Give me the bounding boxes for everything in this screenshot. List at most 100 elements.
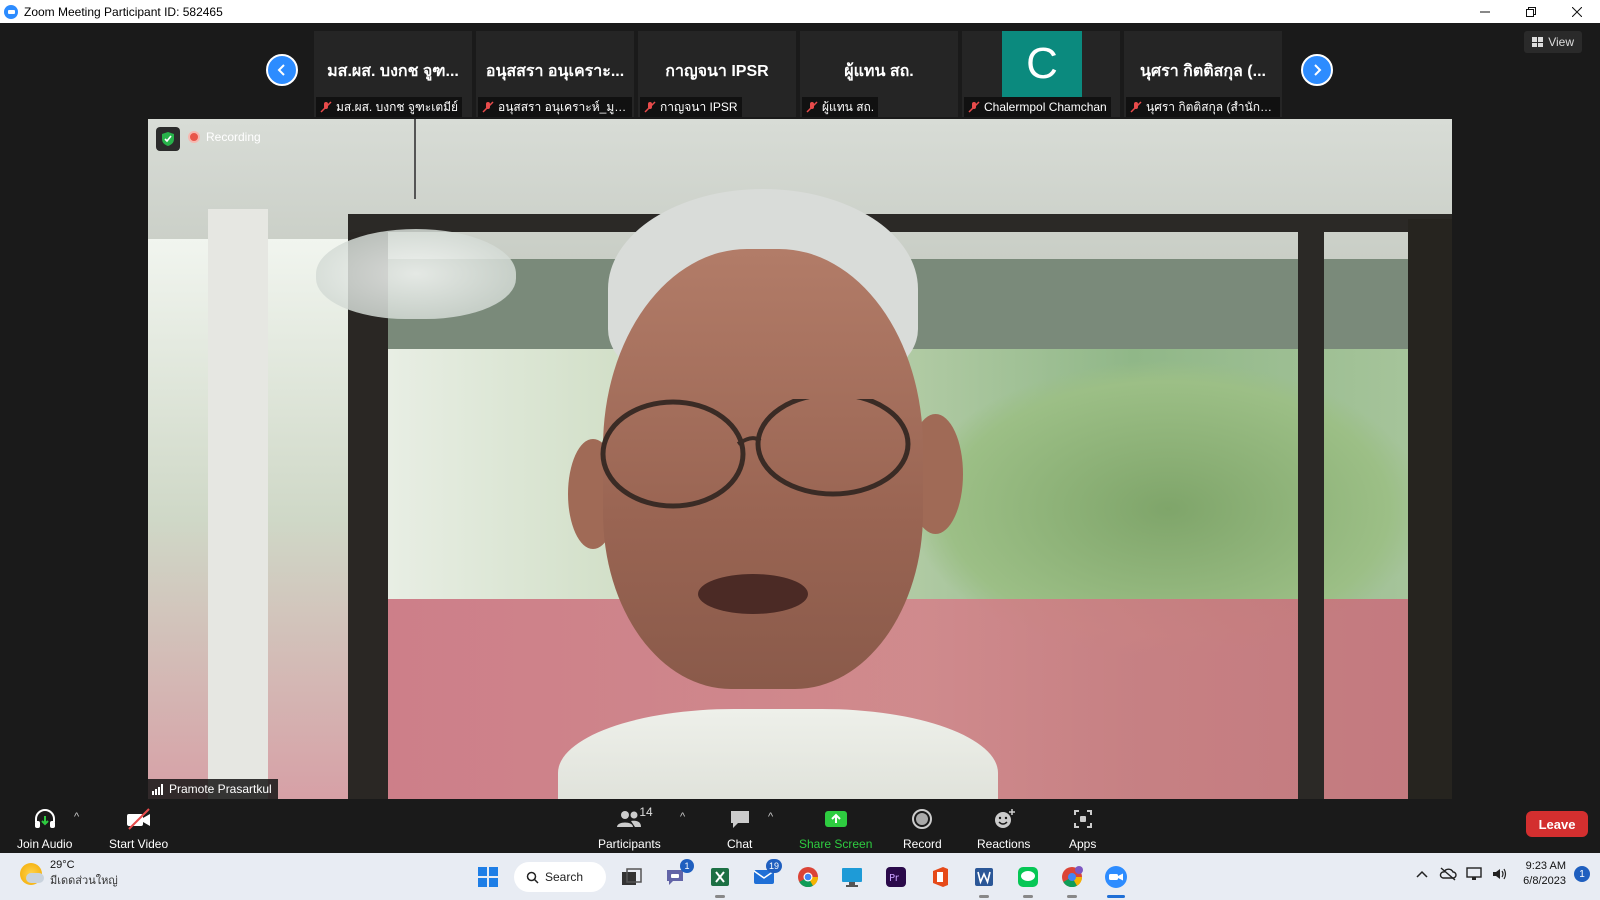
speaker-name: Pramote Prasartkul [169,782,272,796]
taskbar-apps: Search 1 19 Pr [470,859,1142,898]
security-shield-icon[interactable] [156,127,180,151]
participant-display-name: ผู้แทน สถ. [844,63,914,80]
line-app[interactable] [1010,859,1046,898]
teams-badge: 1 [680,859,694,873]
view-button[interactable]: View [1524,31,1582,53]
close-icon [1572,6,1582,17]
zoom-app-icon [4,4,18,19]
reactions-label: Reactions [977,837,1031,851]
window-controls [1462,0,1600,23]
share-screen-button[interactable]: Share Screen [799,807,872,851]
title-bar: Zoom Meeting Participant ID: 582465 [0,0,1600,23]
participants-count: 14 [639,805,653,819]
clock-time: 9:23 AM [1525,860,1566,872]
reactions-button[interactable]: Reactions [977,807,1030,851]
participant-name: ผู้แทน สถ. [822,99,875,114]
chat-options-caret[interactable]: ^ [768,811,773,823]
chat-icon [730,811,749,828]
premiere-pro-icon: Pr [886,867,906,887]
onedrive-offline-icon[interactable] [1437,863,1459,885]
apps-label: Apps [1069,837,1097,851]
line-icon [1018,867,1038,887]
start-button[interactable] [470,859,506,895]
leave-button[interactable]: Leave [1526,811,1588,837]
recording-dot-icon [188,131,200,143]
taskbar-search[interactable]: Search [514,862,606,892]
weather-temperature: 29°C [50,859,75,871]
headphones-icon [34,809,55,828]
taskbar-clock[interactable]: 9:23 AM 6/8/2023 [1523,859,1566,889]
chat-button[interactable]: Chat [727,807,752,851]
participant-tile[interactable]: อนุสสรา อนุเคราะ... อนุสสรา อนุเคราะห์_ม… [476,31,634,117]
mic-muted-icon [1130,101,1142,113]
teams-chat-app[interactable]: 1 [658,859,694,895]
active-speaker-video[interactable]: Recording Pramote Prasartkul [148,119,1452,799]
office-icon [933,867,948,887]
network-icon[interactable] [1463,863,1485,885]
join-audio-label: Join Audio [17,837,73,851]
participant-tile[interactable]: C Chalermpol Chamchan [962,31,1120,117]
mail-app[interactable]: 19 [746,859,782,895]
participant-display-name: อนุสสรา อนุเคราะ... [485,63,625,80]
zoom-app[interactable] [1098,859,1134,898]
premiere-app[interactable]: Pr [878,859,914,895]
meeting-area: มส.ผส. บงกช จูฑ... มส.ผส. บงกช จูฑะเตมีย… [0,23,1600,853]
mic-muted-icon [320,101,332,113]
zoom-icon [1105,866,1127,888]
participants-label: Participants [598,837,661,851]
participant-tile[interactable]: ผู้แทน สถ. ผู้แทน สถ. [800,31,958,117]
chrome-app[interactable] [790,859,826,895]
recording-indicator[interactable]: Recording [188,130,261,144]
monitor-icon [842,868,862,887]
task-view-icon [622,868,642,885]
gallery-prev-button[interactable] [266,54,298,86]
participant-display-name: กาญจนา IPSR [665,63,769,80]
task-view-button[interactable] [614,859,650,895]
chrome-icon [798,867,819,888]
participant-display-name: มส.ผส. บงกช จูฑ... [327,63,459,80]
word-app[interactable] [966,859,1002,898]
record-button[interactable]: Record [903,807,942,851]
restore-button[interactable] [1508,0,1554,23]
chevron-left-icon [277,64,285,76]
search-label: Search [545,870,584,884]
remote-desktop-app[interactable] [834,859,870,895]
chrome-profile-app[interactable] [1054,859,1090,898]
grid-view-icon [1532,37,1544,47]
minimize-button[interactable] [1462,0,1508,23]
show-hidden-icons-chevron-icon[interactable] [1411,863,1433,885]
weather-widget[interactable]: 29°C มีเดดส่วนใหญ่ [20,859,118,889]
gallery-next-button[interactable] [1301,54,1333,86]
start-video-button[interactable]: Start Video [109,807,168,851]
windows-logo-icon [478,867,498,887]
restore-icon [1526,6,1536,17]
weather-condition: มีเดดส่วนใหญ่ [50,875,118,887]
minimize-icon [1480,11,1490,12]
participants-button[interactable]: 14 Participants [598,805,661,851]
volume-icon[interactable] [1489,863,1511,885]
participant-tile[interactable]: นุศรา กิตติสกุล (... นุศรา กิตติสกุล (สำ… [1124,31,1282,117]
share-screen-icon [824,811,847,827]
svg-text:Pr: Pr [889,873,900,884]
participant-nameplate: มส.ผส. บงกช จูฑะเตมีย์ [316,97,463,117]
speaker-nameplate: Pramote Prasartkul [148,779,278,799]
notification-badge[interactable]: 1 [1574,866,1590,882]
participant-nameplate: นุศรา กิตติสกุล (สำนักงา... [1126,97,1280,117]
record-icon [912,809,933,829]
office-app[interactable] [922,859,958,895]
meeting-toolbar: Join Audio ^ Start Video 14 Participants… [0,799,1600,853]
join-audio-button[interactable]: Join Audio [17,807,72,851]
participant-nameplate: Chalermpol Chamchan [964,97,1111,117]
participants-options-caret[interactable]: ^ [680,811,685,823]
apps-icon [1073,810,1092,828]
apps-button[interactable]: Apps [1069,807,1096,851]
audio-options-caret[interactable]: ^ [74,811,79,823]
reactions-icon [994,809,1015,828]
participant-tile[interactable]: กาญจนา IPSR กาญจนา IPSR [638,31,796,117]
mic-muted-icon [968,101,980,113]
participant-tile[interactable]: มส.ผส. บงกช จูฑ... มส.ผส. บงกช จูฑะเตมีย… [314,31,472,117]
system-tray: 9:23 AM 6/8/2023 1 [1411,859,1590,889]
excel-app[interactable] [702,859,738,898]
participant-name: นุศรา กิตติสกุล (สำนักงา... [1146,99,1276,114]
close-button[interactable] [1554,0,1600,23]
